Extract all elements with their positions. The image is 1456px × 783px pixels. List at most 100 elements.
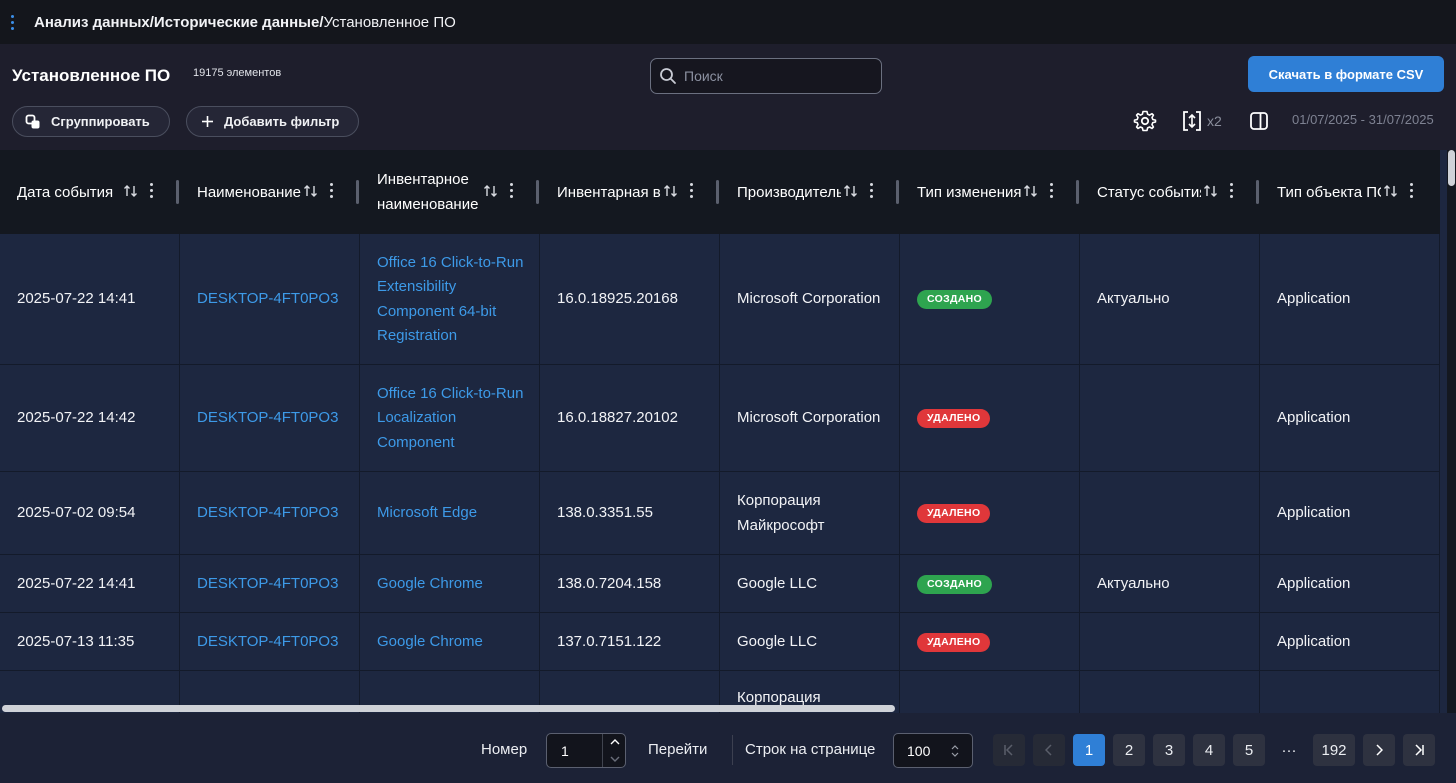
table-row[interactable]: 2025-07-22 14:42 DESKTOP-4FT0PO3 Office 16… (0, 365, 1440, 472)
cell-text[interactable]: DESKTOP-4FT0PO3 (197, 572, 338, 597)
table-body: 2025-07-22 14:41 DESKTOP-4FT0PO3 Office 16… (0, 234, 1440, 713)
add-filter-button[interactable]: Добавить фильтр (186, 106, 359, 137)
prev-page-button[interactable] (1033, 734, 1065, 766)
cell-inv-name[interactable]: Microsoft Edge (360, 472, 540, 555)
cell-name[interactable]: DESKTOP-4FT0PO3 (180, 365, 360, 472)
cell-text[interactable]: Google Chrome (377, 572, 483, 597)
column-menu-icon[interactable] (1230, 183, 1233, 198)
cell-date: 2025-07-13 11:35 (0, 613, 180, 671)
table-row[interactable]: 2025-07-22 14:41 DESKTOP-4FT0PO3 Google Ch… (0, 555, 1440, 613)
cell-text[interactable]: Google Chrome (377, 630, 483, 655)
cell-text[interactable]: DESKTOP-4FT0PO3 (197, 630, 338, 655)
chevron-down-icon[interactable] (610, 756, 620, 762)
vertical-scrollbar[interactable] (1447, 150, 1456, 713)
cell-text[interactable]: DESKTOP-4FT0PO3 (197, 501, 338, 526)
search-input[interactable] (684, 68, 864, 84)
column-resize-handle[interactable] (356, 180, 359, 204)
sort-icon[interactable] (843, 183, 859, 199)
page-button-1[interactable]: 1 (1073, 734, 1105, 766)
cell-name[interactable]: DESKTOP-4FT0PO3 (180, 472, 360, 555)
rows-per-page-label: Строк на странице (745, 741, 876, 758)
breadcrumb-item-history[interactable]: Исторические данные (154, 14, 319, 31)
chevron-up-icon[interactable] (610, 739, 620, 745)
sort-icon[interactable] (303, 183, 319, 199)
cell-vendor: Google LLC (720, 555, 900, 613)
column-header-version[interactable]: Инвентарная версия (540, 150, 720, 234)
column-header-change[interactable]: Тип изменения (900, 150, 1080, 234)
cell-status: Актуально (1080, 234, 1260, 365)
column-menu-icon[interactable] (510, 183, 513, 198)
page-button-4[interactable]: 4 (1193, 734, 1225, 766)
column-resize-handle[interactable] (896, 180, 899, 204)
column-menu-icon[interactable] (690, 183, 693, 198)
go-button[interactable]: Перейти (648, 741, 707, 758)
vertical-scroll-thumb[interactable] (1448, 150, 1455, 186)
column-resize-handle[interactable] (1076, 180, 1079, 204)
cell-status (1080, 365, 1260, 472)
next-page-button[interactable] (1363, 734, 1395, 766)
column-menu-icon[interactable] (870, 183, 873, 198)
sort-icon[interactable] (1383, 183, 1399, 199)
page-number-stepper[interactable] (602, 734, 626, 767)
sort-icon[interactable] (1203, 183, 1219, 199)
cell-text[interactable]: DESKTOP-4FT0PO3 (197, 287, 338, 312)
cell-text[interactable]: Office 16 Click-to-Run Extensibility Com… (377, 251, 529, 349)
settings-button[interactable] (1133, 108, 1157, 134)
breadcrumb-item-analysis[interactable]: Анализ данных (34, 14, 150, 31)
column-header-vendor[interactable]: Производитель (720, 150, 900, 234)
columns-panel-button[interactable] (1249, 108, 1269, 134)
cell-text: 16.0.18925.20168 (557, 290, 678, 308)
date-range[interactable]: 01/07/2025 - 31/07/2025 (1292, 112, 1434, 127)
cell-obj-type: Application (1260, 472, 1440, 555)
column-menu-icon[interactable] (330, 183, 333, 198)
sort-icon[interactable] (1023, 183, 1039, 199)
page-button-2[interactable]: 2 (1113, 734, 1145, 766)
row-density-button[interactable]: x2 (1181, 108, 1222, 134)
cell-text: Актуально (1097, 290, 1170, 308)
column-header-inv-name[interactable]: Инвентарное наименование (360, 150, 540, 234)
cell-name[interactable]: DESKTOP-4FT0PO3 (180, 234, 360, 365)
column-header-date[interactable]: Дата события (0, 150, 180, 234)
cell-text[interactable]: Office 16 Click-to-Run Localization Comp… (377, 382, 529, 456)
rows-per-page-select[interactable]: 100 (893, 733, 973, 768)
download-csv-button[interactable]: Скачать в формате CSV (1248, 56, 1444, 92)
cell-inv-name[interactable]: Office 16 Click-to-Run Extensibility Com… (360, 234, 540, 365)
column-resize-handle[interactable] (176, 180, 179, 204)
column-menu-icon[interactable] (1410, 183, 1413, 198)
table-row[interactable]: 2025-07-13 11:35 DESKTOP-4FT0PO3 Google Ch… (0, 613, 1440, 671)
last-page-number-button[interactable]: 192 (1313, 734, 1355, 766)
horizontal-scroll-thumb[interactable] (2, 705, 895, 712)
column-menu-icon[interactable] (150, 183, 153, 198)
column-resize-handle[interactable] (536, 180, 539, 204)
column-resize-handle[interactable] (1256, 180, 1259, 204)
cell-inv-name[interactable]: Google Chrome (360, 555, 540, 613)
app-menu-icon[interactable] (0, 0, 24, 44)
group-button[interactable]: Сгруппировать (12, 106, 170, 137)
cell-text[interactable]: Microsoft Edge (377, 501, 477, 526)
search-box[interactable] (650, 58, 882, 94)
page-button-3[interactable]: 3 (1153, 734, 1185, 766)
column-resize-handle[interactable] (716, 180, 719, 204)
column-menu-icon[interactable] (1050, 183, 1053, 198)
table-row[interactable]: 2025-07-22 14:41 DESKTOP-4FT0PO3 Office 16… (0, 234, 1440, 365)
cell-inv-name[interactable]: Office 16 Click-to-Run Localization Comp… (360, 365, 540, 472)
cell-inv-name[interactable]: Google Chrome (360, 613, 540, 671)
last-page-button[interactable] (1403, 734, 1435, 766)
column-header-status[interactable]: Статус события (1080, 150, 1260, 234)
horizontal-scrollbar[interactable] (0, 703, 1446, 713)
sort-icon[interactable] (123, 183, 139, 199)
page-button-5[interactable]: 5 (1233, 734, 1265, 766)
cell-name[interactable]: DESKTOP-4FT0PO3 (180, 555, 360, 613)
page-number-input[interactable]: 1 (546, 733, 626, 768)
table-row[interactable]: 2025-07-02 09:54 DESKTOP-4FT0PO3 Microsoft… (0, 472, 1440, 555)
sort-icon[interactable] (663, 183, 679, 199)
status-badge: УДАЛЕНО (917, 632, 991, 652)
sort-icon[interactable] (483, 183, 499, 199)
column-header-name[interactable]: Наименование (180, 150, 360, 234)
cell-text[interactable]: DESKTOP-4FT0PO3 (197, 406, 338, 431)
page-number-value[interactable]: 1 (561, 743, 601, 759)
last-page-icon (1415, 744, 1424, 756)
first-page-button[interactable] (993, 734, 1025, 766)
column-header-obj-type[interactable]: Тип объекта ПО (1260, 150, 1440, 234)
cell-name[interactable]: DESKTOP-4FT0PO3 (180, 613, 360, 671)
